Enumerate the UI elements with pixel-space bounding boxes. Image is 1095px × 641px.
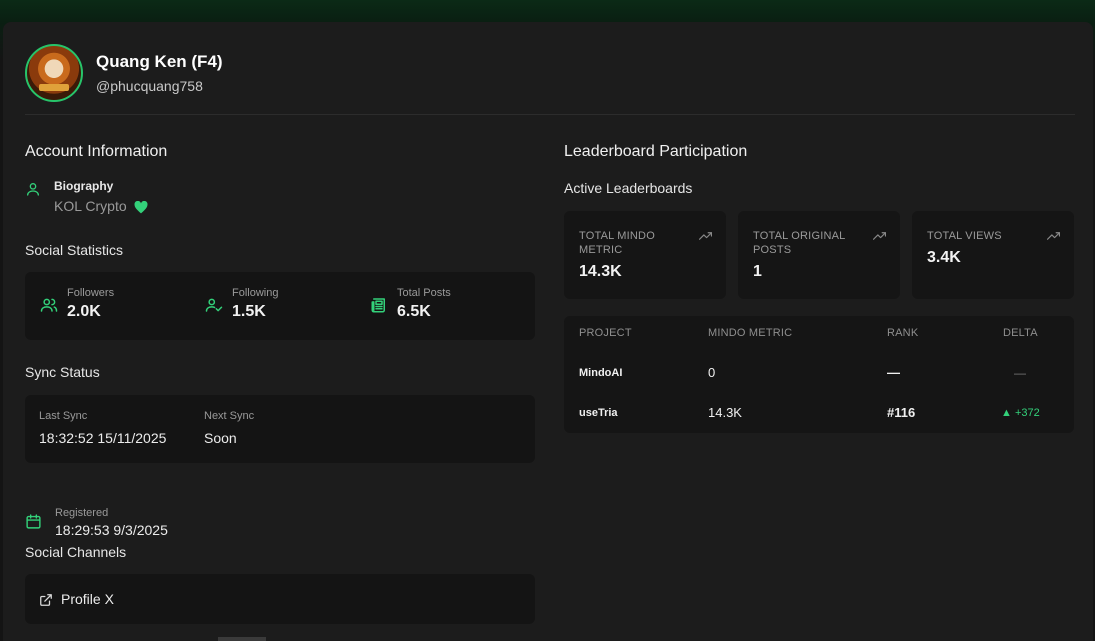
users-icon xyxy=(40,298,58,312)
next-sync-label: Next Sync xyxy=(204,410,255,422)
heart-icon xyxy=(134,200,148,213)
metric-total-views: TOTAL VIEWS 3.4K xyxy=(912,211,1074,299)
profile-card: Quang Ken (F4) @phucquang758 Account Inf… xyxy=(3,22,1093,641)
trending-up-icon xyxy=(1047,232,1060,240)
calendar-icon xyxy=(26,514,41,529)
profile-header: Quang Ken (F4) @phucquang758 xyxy=(25,44,223,102)
active-leaderboards-title: Active Leaderboards xyxy=(564,180,693,196)
trending-up-icon xyxy=(699,232,712,240)
column-header-rank: RANK xyxy=(887,327,919,339)
user-check-icon xyxy=(205,298,223,312)
registered-row: Registered 18:29:53 9/3/2025 xyxy=(25,507,168,538)
account-information-title: Account Information xyxy=(25,143,168,160)
following-label: Following xyxy=(232,287,279,299)
user-icon xyxy=(27,183,39,196)
total-posts-label: Total Posts xyxy=(397,287,451,299)
metric-label-line1: TOTAL MINDO xyxy=(579,230,655,242)
metric-value: 3.4K xyxy=(927,249,961,266)
metric-total-original-posts: TOTAL ORIGINAL POSTS 1 xyxy=(738,211,900,299)
column-header-mindo-metric: MINDO METRIC xyxy=(708,327,793,339)
metric-value: 1 xyxy=(753,263,762,280)
followers-label: Followers xyxy=(67,287,115,299)
biography-value: KOL Crypto xyxy=(54,198,127,214)
following-value: 1.5K xyxy=(232,303,266,320)
header-divider xyxy=(25,114,1075,115)
project-name: MindoAI xyxy=(579,367,623,379)
newspaper-icon xyxy=(371,298,385,313)
profile-x-label: Profile X xyxy=(61,591,114,607)
column-header-project: PROJECT xyxy=(579,327,632,339)
metric-label-line1: TOTAL ORIGINAL xyxy=(753,230,846,242)
user-handle: @phucquang758 xyxy=(96,78,203,94)
rank-value: — xyxy=(887,365,900,380)
metric-label-line2: POSTS xyxy=(753,244,792,256)
metric-total-mindo: TOTAL MINDO METRIC 14.3K xyxy=(564,211,726,299)
avatar[interactable] xyxy=(25,44,83,102)
horizontal-scrollbar[interactable] xyxy=(218,637,266,641)
metric-value: 14.3K xyxy=(579,263,622,280)
column-header-delta: DELTA xyxy=(1003,327,1038,339)
followers-value: 2.0K xyxy=(67,303,101,320)
biography-row: Biography KOL Crypto xyxy=(25,179,148,214)
external-link-icon xyxy=(40,594,52,606)
social-stats-panel: Followers 2.0K Following 1.5K Total Post… xyxy=(25,272,535,340)
leaderboard-participation-title: Leaderboard Participation xyxy=(564,143,748,160)
metric-label-line2: METRIC xyxy=(579,244,623,256)
project-name: useTria xyxy=(579,407,618,419)
display-name: Quang Ken (F4) xyxy=(96,52,223,71)
delta-value: ▲ +372 xyxy=(1001,407,1040,419)
sync-status-panel: Last Sync 18:32:52 15/11/2025 Next Sync … xyxy=(25,395,535,463)
next-sync-value: Soon xyxy=(204,430,237,446)
metric-label-line1: TOTAL VIEWS xyxy=(927,230,1002,242)
sync-status-title: Sync Status xyxy=(25,364,100,380)
stat-following: Following 1.5K xyxy=(205,287,278,321)
mindo-metric-value: 14.3K xyxy=(708,405,742,420)
profile-x-link[interactable]: Profile X xyxy=(25,574,535,624)
delta-value: — xyxy=(1014,366,1026,380)
biography-label: Biography xyxy=(54,179,114,193)
stat-total-posts: Total Posts 6.5K xyxy=(370,287,451,321)
trending-up-icon xyxy=(873,232,886,240)
rank-value: #116 xyxy=(887,405,916,420)
stat-followers: Followers 2.0K xyxy=(40,287,114,321)
last-sync-label: Last Sync xyxy=(39,410,88,422)
social-statistics-title: Social Statistics xyxy=(25,242,124,258)
mindo-metric-value: 0 xyxy=(708,365,716,380)
registered-label: Registered xyxy=(55,507,109,519)
last-sync-value: 18:32:52 15/11/2025 xyxy=(39,430,167,446)
leaderboard-table: PROJECT MINDO METRIC RANK DELTA MindoAI … xyxy=(564,316,1074,433)
total-posts-value: 6.5K xyxy=(397,303,431,320)
social-channels-title: Social Channels xyxy=(25,544,127,560)
registered-value: 18:29:53 9/3/2025 xyxy=(55,522,168,538)
